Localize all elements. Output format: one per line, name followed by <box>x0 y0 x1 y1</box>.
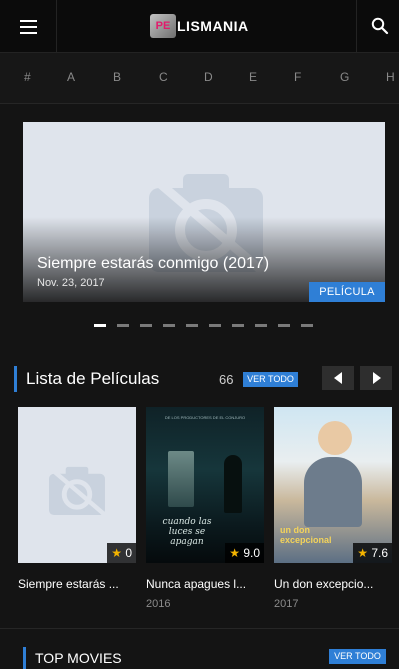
slider-dot[interactable] <box>209 324 221 327</box>
movie-poster[interactable]: ★ 0 <box>18 407 136 563</box>
carousel-next-button[interactable] <box>360 366 392 390</box>
movie-title[interactable]: Siempre estarás ... <box>18 577 119 591</box>
alpha-letter-e[interactable]: E <box>249 70 257 84</box>
poster-text: un don excepcional <box>280 525 332 545</box>
poster-figure <box>224 455 242 513</box>
carousel-prev-button[interactable] <box>322 366 354 390</box>
alpha-letter-hash[interactable]: # <box>24 70 31 84</box>
slider-dot[interactable] <box>163 324 175 327</box>
alpha-letter-c[interactable]: C <box>159 70 168 84</box>
rating-badge: ★ 9.0 <box>225 543 264 563</box>
slider-dot[interactable] <box>117 324 129 327</box>
slide-type-badge: PELÍCULA <box>309 282 385 302</box>
rating-value: 9.0 <box>243 546 260 560</box>
section-accent-bar <box>23 647 26 669</box>
rating-value: 7.6 <box>371 546 388 560</box>
site-logo[interactable]: PE LISMANIA <box>150 12 249 40</box>
see-all-button[interactable]: VER TODO <box>243 372 298 387</box>
movie-title[interactable]: Un don excepcio... <box>274 577 373 591</box>
alpha-letter-g[interactable]: G <box>340 70 349 84</box>
star-icon: ★ <box>357 546 368 560</box>
slider-dot-active[interactable] <box>94 324 106 327</box>
slider-dot[interactable] <box>232 324 244 327</box>
slider-dot[interactable] <box>140 324 152 327</box>
logo-mark: PE <box>150 14 176 38</box>
slide-date: Nov. 23, 2017 <box>37 277 105 289</box>
featured-slide[interactable]: Siempre estarás conmigo (2017) Nov. 23, … <box>23 122 385 302</box>
section-accent-bar <box>14 366 17 392</box>
movie-year: 2017 <box>274 598 299 610</box>
chevron-left-icon <box>334 372 342 384</box>
logo-text: LISMANIA <box>177 18 249 34</box>
section-title: Lista de Películas <box>26 369 160 388</box>
poster-child-figure <box>318 421 352 455</box>
poster-adult-figure <box>304 457 362 527</box>
no-image-camera-icon <box>48 466 106 516</box>
rating-badge: ★ 0 <box>107 543 136 563</box>
star-icon: ★ <box>229 546 240 560</box>
section-divider <box>0 628 399 629</box>
poster-door <box>168 451 194 507</box>
slider-dot[interactable] <box>255 324 267 327</box>
top-movies-see-all-button[interactable]: VER TODO <box>329 649 386 664</box>
poster-text: cuando las luces se apagan <box>162 517 212 547</box>
slider-dot[interactable] <box>278 324 290 327</box>
section-count: 66 <box>219 372 234 387</box>
movie-poster[interactable]: un don excepcional ★ 7.6 <box>274 407 392 563</box>
rating-badge: ★ 7.6 <box>353 543 392 563</box>
alphabet-nav: # A B C D E F G H <box>0 53 399 104</box>
search-button[interactable] <box>356 0 399 52</box>
chevron-right-icon <box>373 372 381 384</box>
star-icon: ★ <box>111 546 122 560</box>
app-header: PE LISMANIA <box>0 0 399 53</box>
slide-title[interactable]: Siempre estarás conmigo (2017) <box>37 255 269 273</box>
alpha-letter-a[interactable]: A <box>67 70 75 84</box>
slider-dot[interactable] <box>186 324 198 327</box>
alpha-letter-h[interactable]: H <box>386 70 395 84</box>
slider-dot[interactable] <box>301 324 313 327</box>
menu-button[interactable] <box>0 0 57 52</box>
movie-poster[interactable]: DE LOS PRODUCTORES DE EL CONJURO cuando … <box>146 407 264 563</box>
poster-tagline: DE LOS PRODUCTORES DE EL CONJURO <box>164 415 246 420</box>
top-movies-title: TOP MOVIES <box>35 650 122 666</box>
search-icon <box>371 17 389 35</box>
movie-year: 2016 <box>146 598 171 610</box>
alpha-letter-f[interactable]: F <box>294 70 301 84</box>
rating-value: 0 <box>125 546 132 560</box>
alpha-letter-b[interactable]: B <box>113 70 121 84</box>
movie-title[interactable]: Nunca apagues l... <box>146 577 246 591</box>
alpha-letter-d[interactable]: D <box>204 70 213 84</box>
hamburger-menu-icon <box>20 20 37 22</box>
